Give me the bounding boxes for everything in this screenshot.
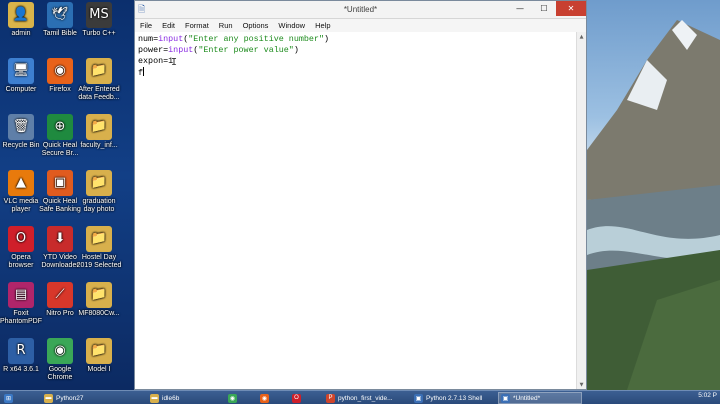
menu-window[interactable]: Window bbox=[273, 21, 310, 30]
code-token: ) bbox=[323, 34, 330, 44]
desktop-icon[interactable]: 📁 After Entered data Feedb... bbox=[76, 58, 122, 102]
taskbar-app-icon: ⊞ bbox=[4, 393, 13, 403]
desktop-icon[interactable]: 📁 Model I bbox=[76, 338, 122, 374]
desktop-icon-label: MF8080Cw... bbox=[78, 310, 120, 317]
desktop-icon-image-icon: O bbox=[8, 226, 34, 252]
title-bar[interactable]: 🗎 *Untitled* — ☐ ✕ bbox=[135, 1, 586, 19]
desktop-icon[interactable]: MS Turbo C++ bbox=[76, 2, 122, 38]
menu-options[interactable]: Options bbox=[238, 21, 274, 30]
desktop-wallpaper bbox=[587, 0, 720, 390]
scroll-up-arrow-icon[interactable]: ▲ bbox=[577, 32, 586, 41]
desktop-icon-image-icon: ▤ bbox=[8, 282, 34, 308]
string-token: "Enter any positive number" bbox=[188, 34, 324, 44]
code-line-1: num=input("Enter any positive number") bbox=[138, 34, 574, 45]
taskbar-button[interactable]: ▬ idle6b bbox=[148, 392, 218, 404]
desktop-icon-image-icon: 📁 bbox=[86, 58, 112, 84]
desktop-icon-image-icon: ⬇ bbox=[47, 226, 73, 252]
scroll-down-arrow-icon[interactable]: ▼ bbox=[577, 380, 586, 389]
taskbar-button[interactable]: ▬ Python27 bbox=[42, 392, 137, 404]
taskbar: ⊞ ▬ Python27 ▬ idle6b ◉ ◉ O Ppython_first_vide..… bbox=[0, 390, 720, 404]
taskbar-button[interactable]: O bbox=[290, 392, 318, 404]
menu-edit[interactable]: Edit bbox=[157, 21, 180, 30]
taskbar-button-label: *Untitled* bbox=[513, 394, 541, 402]
desktop-icon-image-icon: 🗑 bbox=[8, 114, 34, 140]
desktop-icon-image-icon: 🕊 bbox=[47, 2, 73, 28]
taskbar-app-icon: ▬ bbox=[150, 393, 159, 403]
code-token: ) bbox=[293, 45, 299, 55]
taskbar-button-label: idle6b bbox=[162, 394, 180, 402]
minimize-button[interactable]: — bbox=[508, 1, 532, 16]
menu-help[interactable]: Help bbox=[310, 21, 335, 30]
desktop-icon-image-icon: 📁 bbox=[86, 282, 112, 308]
desktop-icon[interactable]: 📁 graduation day photo bbox=[76, 170, 122, 214]
builtin-token: input bbox=[158, 34, 184, 44]
desktop-icon-image-icon: ⟋ bbox=[47, 282, 73, 308]
desktop-icon-image-icon: 📁 bbox=[86, 338, 112, 364]
taskbar-app-icon: P bbox=[326, 393, 335, 403]
taskbar-app-icon: ▬ bbox=[44, 393, 53, 403]
desktop-icon-image-icon: ◉ bbox=[47, 58, 73, 84]
taskbar-app-icon: O bbox=[292, 393, 301, 403]
string-token: "Enter power value" bbox=[198, 45, 294, 55]
taskbar-button[interactable]: ▣ Python 2.7.13 Shell bbox=[412, 392, 494, 404]
desktop-icon-image-icon: 🖥 bbox=[8, 58, 34, 84]
taskbar-app-icon: ▣ bbox=[414, 393, 423, 403]
text-cursor bbox=[143, 67, 145, 76]
desktop-icon-image-icon: 👤 bbox=[8, 2, 34, 28]
menu-file[interactable]: File bbox=[135, 21, 157, 30]
taskbar-button[interactable]: Ppython_first_vide... bbox=[324, 392, 408, 404]
desktop-icon-image-icon: 📁 bbox=[86, 170, 112, 196]
desktop-icon-label: faculty_inf... bbox=[80, 142, 118, 149]
mouse-ibeam-icon: I bbox=[171, 57, 178, 68]
desktop-icon-label: Hostel Day 2019 Selected bbox=[76, 254, 122, 269]
taskbar-button[interactable]: ▣ *Untitled* bbox=[498, 392, 582, 404]
desktop-icon[interactable]: 📁 Hostel Day 2019 Selected bbox=[76, 226, 122, 270]
clock[interactable]: 5:02 P bbox=[698, 392, 717, 399]
desktop-icon-image-icon: ⊕ bbox=[47, 114, 73, 140]
desktop-icon-image-icon: 📁 bbox=[86, 226, 112, 252]
code-editor[interactable]: num=input("Enter any positive number") p… bbox=[135, 32, 577, 389]
taskbar-button-label: Python 2.7.13 Shell bbox=[426, 394, 483, 402]
desktop-icon-image-icon: ▲ bbox=[8, 170, 34, 196]
menu-run[interactable]: Run bbox=[214, 21, 238, 30]
taskbar-app-icon: ▣ bbox=[501, 393, 510, 403]
taskbar-app-icon: ◉ bbox=[228, 393, 237, 403]
idle-editor-window: 🗎 *Untitled* — ☐ ✕ File Edit Format Run … bbox=[134, 0, 587, 390]
taskbar-button-label: python_first_vide... bbox=[338, 394, 393, 402]
maximize-button[interactable]: ☐ bbox=[532, 1, 556, 16]
desktop-icon-label: Model I bbox=[87, 366, 111, 373]
desktop-icon-image-icon: MS bbox=[86, 2, 112, 28]
menu-format[interactable]: Format bbox=[180, 21, 214, 30]
builtin-token: input bbox=[168, 45, 194, 55]
code-line-2: power=input("Enter power value") bbox=[138, 45, 574, 56]
desktop-icon-image-icon: ◉ bbox=[47, 338, 73, 364]
desktop-icon[interactable]: 📁 MF8080Cw... bbox=[76, 282, 122, 318]
desktop-icon-label: After Entered data Feedb... bbox=[78, 86, 120, 101]
desktop-icon[interactable]: 📁 faculty_inf... bbox=[76, 114, 122, 150]
taskbar-button-label: Python27 bbox=[56, 394, 84, 402]
desktop-icon-image-icon: 📁 bbox=[86, 114, 112, 140]
desktop-icon-image-icon: ▣ bbox=[47, 170, 73, 196]
desktop-icon-label: Turbo C++ bbox=[82, 30, 116, 37]
code-token: num= bbox=[138, 34, 159, 44]
taskbar-button[interactable]: ⊞ bbox=[2, 392, 32, 404]
code-line-3: expon=1 bbox=[138, 56, 174, 66]
vertical-scrollbar[interactable]: ▲ ▼ bbox=[576, 32, 586, 389]
taskbar-button[interactable]: ◉ bbox=[226, 392, 254, 404]
desktop-icon-image-icon: R bbox=[8, 338, 34, 364]
taskbar-app-icon: ◉ bbox=[260, 393, 269, 403]
window-controls: — ☐ ✕ bbox=[508, 1, 586, 16]
taskbar-button[interactable]: ◉ bbox=[258, 392, 286, 404]
code-line-4: f bbox=[138, 67, 574, 78]
code-token: power= bbox=[138, 45, 169, 55]
close-button[interactable]: ✕ bbox=[556, 1, 586, 16]
menu-bar: File Edit Format Run Options Window Help bbox=[135, 19, 586, 33]
desktop-icon-label: graduation day photo bbox=[82, 198, 116, 213]
